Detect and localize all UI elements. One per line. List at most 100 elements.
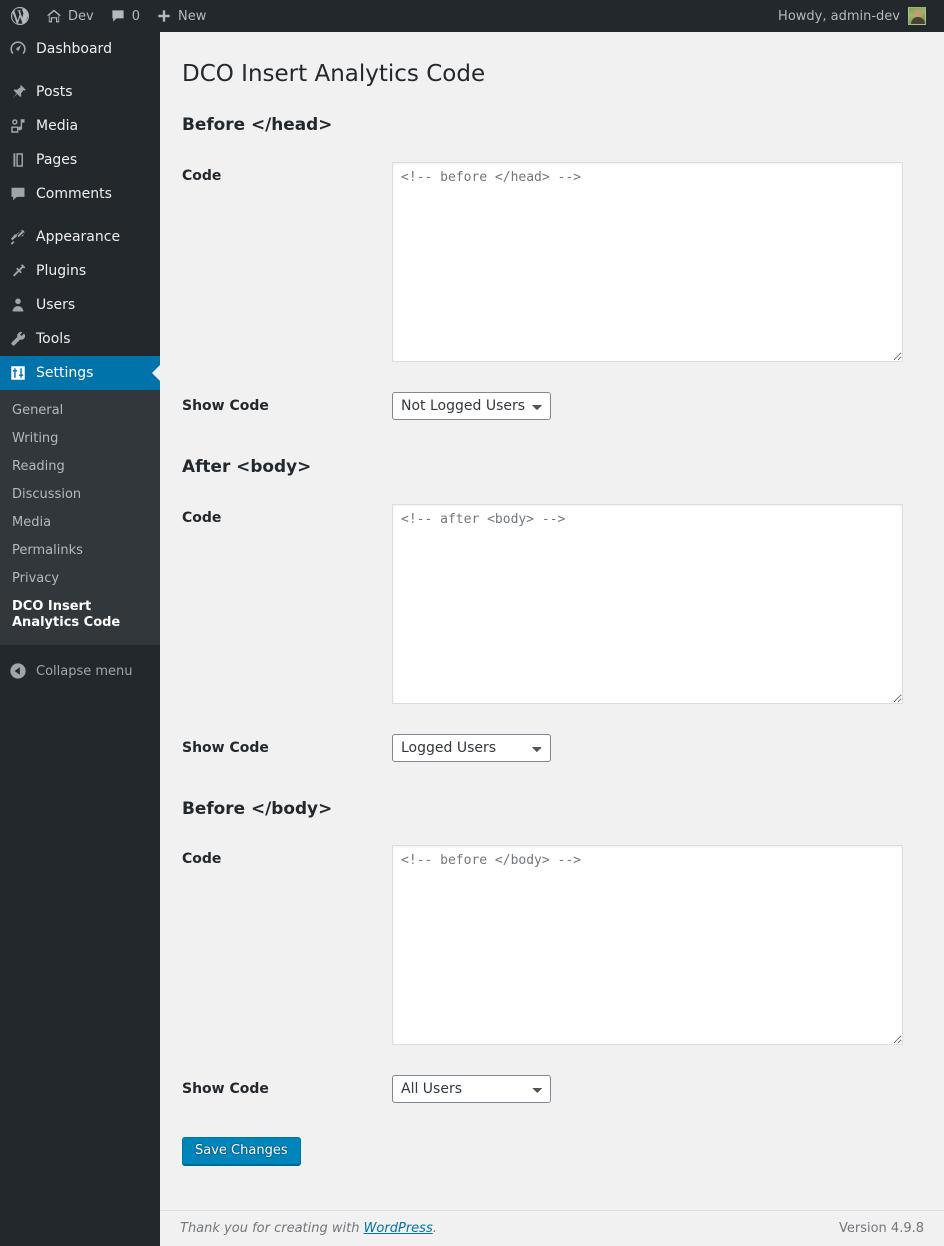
- submenu-item-writing[interactable]: Writing: [0, 425, 160, 453]
- section-table-after-body: Code Show Code All Users Logged Users No…: [182, 489, 924, 777]
- code-field-cell: [382, 147, 924, 377]
- sidebar-item-label: Tools: [36, 331, 71, 347]
- sidebar-item-label: Appearance: [36, 229, 121, 245]
- sidebar-item-label: Posts: [36, 84, 73, 100]
- sidebar-item-label: Users: [36, 297, 76, 313]
- code-textarea-before-body[interactable]: [392, 845, 903, 1046]
- form-row-code: Code: [182, 830, 924, 1060]
- user-icon: [0, 296, 36, 314]
- show-code-field-cell: All Users Logged Users Not Logged Users: [382, 1060, 924, 1118]
- section-heading-after-body: After <body>: [182, 455, 312, 476]
- code-label: Code: [182, 851, 222, 868]
- collapse-menu-button[interactable]: Collapse menu: [0, 654, 160, 688]
- wordpress-logo-button[interactable]: [0, 0, 38, 32]
- submenu-item-reading[interactable]: Reading: [0, 453, 160, 481]
- code-textarea-after-body[interactable]: [392, 503, 903, 704]
- avatar: [908, 7, 926, 25]
- code-label: Code: [182, 167, 222, 184]
- settings-submenu-list: General Writing Reading Discussion Media…: [0, 390, 160, 645]
- show-code-label: Show Code: [182, 1081, 269, 1098]
- main-content: DCO Insert Analytics Code Before </head>…: [160, 32, 944, 1246]
- paintbrush-icon: [0, 228, 36, 246]
- submenu-item-discussion[interactable]: Discussion: [0, 481, 160, 509]
- admin-menu-list: Dashboard Posts Media Pages Comments App…: [0, 32, 160, 645]
- submenu-item-general[interactable]: General: [0, 397, 160, 425]
- comment-bubble-icon: [110, 8, 126, 24]
- site-name-label: Dev: [68, 8, 94, 24]
- submenu-item-privacy[interactable]: Privacy: [0, 565, 160, 593]
- sidebar-item-pages[interactable]: Pages: [0, 143, 160, 177]
- new-content-menu[interactable]: New: [148, 0, 214, 32]
- code-field-cell: [382, 830, 924, 1060]
- footer-thanks-suffix: .: [432, 1221, 437, 1236]
- sidebar-item-label: Dashboard: [36, 41, 112, 57]
- howdy-label: Howdy, admin-dev: [778, 8, 900, 24]
- section-table-before-head: Code Show Code All Users Logged Users No…: [182, 147, 924, 435]
- show-code-select-after-body[interactable]: All Users Logged Users Not Logged Users: [392, 733, 551, 762]
- sidebar-item-plugins[interactable]: Plugins: [0, 254, 160, 288]
- section-heading-before-body: Before </body>: [182, 797, 333, 818]
- show-code-field-cell: All Users Logged Users Not Logged Users: [382, 377, 924, 435]
- code-field-cell: [382, 489, 924, 719]
- code-label: Code: [182, 509, 222, 526]
- show-code-field-cell: All Users Logged Users Not Logged Users: [382, 719, 924, 777]
- sidebar-item-comments[interactable]: Comments: [0, 177, 160, 211]
- show-code-select-before-body[interactable]: All Users Logged Users Not Logged Users: [392, 1075, 551, 1104]
- wordpress-link[interactable]: WordPress: [364, 1221, 433, 1236]
- comment-bubble-icon: [0, 185, 36, 203]
- form-row-code: Code: [182, 147, 924, 377]
- site-name-menu[interactable]: Dev: [38, 0, 102, 32]
- new-content-label: New: [177, 8, 207, 24]
- section-table-before-body: Code Show Code All Users Logged Users No…: [182, 830, 924, 1118]
- wordpress-logo-icon: [10, 6, 30, 26]
- show-code-label: Show Code: [182, 739, 269, 756]
- sidebar-item-appearance[interactable]: Appearance: [0, 220, 160, 254]
- arrow-left-circle-icon: [0, 662, 36, 680]
- admin-footer: Thank you for creating with WordPress. V…: [160, 1210, 944, 1246]
- sidebar-item-tools[interactable]: Tools: [0, 322, 160, 356]
- collapse-menu-label: Collapse menu: [36, 663, 133, 679]
- page-icon: [0, 151, 36, 169]
- menu-separator: [0, 211, 160, 220]
- pin-icon: [0, 83, 36, 101]
- menu-separator: [0, 66, 160, 75]
- submenu-item-dco-insert-analytics-code[interactable]: DCO Insert Analytics Code: [0, 593, 160, 637]
- form-row-show-code: Show Code All Users Logged Users Not Log…: [182, 377, 924, 435]
- plug-icon: [0, 262, 36, 280]
- footer-thanks-prefix: Thank you for creating with: [180, 1221, 364, 1236]
- save-changes-button[interactable]: Save Changes: [182, 1136, 301, 1165]
- settings-sliders-icon: [0, 364, 36, 382]
- sidebar-item-label: Comments: [36, 186, 112, 202]
- home-icon: [46, 8, 62, 24]
- admin-bar: Dev 0 New Howdy, admin-dev: [0, 0, 944, 32]
- plus-icon: [156, 8, 172, 24]
- submenu-item-permalinks[interactable]: Permalinks: [0, 537, 160, 565]
- submit-row: Save Changes: [182, 1119, 924, 1165]
- sidebar-item-label: Plugins: [36, 263, 87, 279]
- form-row-show-code: Show Code All Users Logged Users Not Log…: [182, 1060, 924, 1118]
- comments-count: 0: [131, 8, 140, 24]
- footer-thanks: Thank you for creating with WordPress.: [180, 1221, 437, 1236]
- sidebar-item-media[interactable]: Media: [0, 109, 160, 143]
- submenu-item-media[interactable]: Media: [0, 509, 160, 537]
- show-code-select-before-head[interactable]: All Users Logged Users Not Logged Users: [392, 391, 551, 420]
- code-textarea-before-head[interactable]: [392, 161, 903, 362]
- sidebar-item-dashboard[interactable]: Dashboard: [0, 32, 160, 66]
- form-row-show-code: Show Code All Users Logged Users Not Log…: [182, 719, 924, 777]
- sidebar-item-label: Pages: [36, 152, 78, 168]
- media-icon: [0, 117, 36, 135]
- page-title: DCO Insert Analytics Code: [182, 61, 486, 87]
- admin-sidebar: Dashboard Posts Media Pages Comments App…: [0, 32, 160, 1246]
- sidebar-item-settings[interactable]: Settings: [0, 356, 160, 390]
- sidebar-item-posts[interactable]: Posts: [0, 75, 160, 109]
- dashboard-icon: [0, 40, 36, 58]
- form-row-code: Code: [182, 489, 924, 719]
- sidebar-item-label: Settings: [36, 365, 94, 381]
- sidebar-item-users[interactable]: Users: [0, 288, 160, 322]
- section-heading-before-head: Before </head>: [182, 114, 333, 134]
- analytics-code-form: Before </head> Code Show Code All Users …: [182, 93, 924, 1165]
- account-menu[interactable]: Howdy, admin-dev: [770, 0, 934, 32]
- footer-version: Version 4.9.8: [838, 1221, 924, 1236]
- settings-submenu: General Writing Reading Discussion Media…: [0, 390, 160, 645]
- comments-bubble-button[interactable]: 0: [102, 0, 148, 32]
